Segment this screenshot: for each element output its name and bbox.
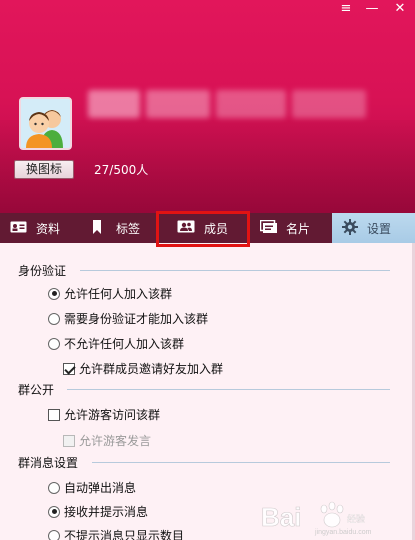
radio-require-verification[interactable]: 需要身份验证才能加入该群: [48, 310, 208, 327]
tab-members[interactable]: 成员: [177, 213, 228, 243]
menu-icon[interactable]: ≡: [333, 0, 359, 20]
section-divider: [80, 270, 390, 271]
option-label: 允许游客访问该群: [64, 408, 161, 422]
group-header: ≡ — ✕ 换图标 27/500人: [0, 0, 415, 213]
radio-button[interactable]: [48, 312, 60, 325]
minimize-icon[interactable]: —: [359, 0, 385, 20]
group-avatar-icon: [21, 99, 70, 148]
checkbox: [63, 434, 75, 447]
section-divider: [67, 389, 390, 390]
checkbox[interactable]: [63, 362, 75, 375]
option-label: 需要身份验证才能加入该群: [64, 312, 209, 326]
option-label: 不允许任何人加入该群: [64, 337, 185, 351]
radio-allow-none[interactable]: 不允许任何人加入该群: [48, 335, 184, 352]
tab-info[interactable]: 资料: [10, 213, 60, 243]
svg-text:经验: 经验: [347, 513, 365, 524]
settings-panel: 身份验证 允许任何人加入该群 需要身份验证才能加入该群 不允许任何人加入该群 允…: [0, 243, 415, 540]
option-label: 自动弹出消息: [64, 481, 137, 495]
option-label: 接收并提示消息: [64, 505, 149, 519]
option-label: 允许游客发言: [79, 434, 152, 448]
tab-settings[interactable]: 设置: [332, 213, 415, 243]
radio-button[interactable]: [48, 529, 60, 540]
group-avatar[interactable]: [19, 97, 72, 150]
tab-card-label: 名片: [286, 221, 311, 236]
change-icon-button[interactable]: 换图标: [14, 160, 74, 179]
radio-allow-anyone[interactable]: 允许任何人加入该群: [48, 285, 172, 302]
watermark-url: jingyan.baidu.com: [314, 529, 372, 536]
gear-icon: [342, 218, 358, 238]
radio-button[interactable]: [48, 337, 60, 350]
checkbox-invite-friends[interactable]: 允许群成员邀请好友加入群: [63, 360, 223, 377]
section-title-auth: 身份验证: [18, 264, 67, 278]
radio-receive-notify[interactable]: 接收并提示消息: [48, 503, 148, 520]
tab-bar: 资料 标签 成员 名片 设置: [0, 213, 415, 243]
section-title-messages: 群消息设置: [18, 456, 79, 470]
id-card-icon: [10, 221, 27, 236]
bookmark-icon: [92, 219, 102, 237]
svg-text:Bai: Bai: [261, 502, 301, 532]
radio-button[interactable]: [48, 481, 60, 494]
option-label: 允许任何人加入该群: [64, 287, 173, 301]
tab-members-label: 成员: [204, 221, 229, 236]
option-label: 允许群成员邀请好友加入群: [79, 362, 224, 376]
radio-button[interactable]: [48, 287, 60, 300]
option-label: 不提示消息只显示数目: [64, 529, 185, 540]
window-controls: ≡ — ✕: [333, 0, 415, 20]
checkbox-guest-visit[interactable]: 允许游客访问该群: [48, 406, 160, 423]
tab-card[interactable]: 名片: [259, 213, 311, 243]
tab-tags[interactable]: 标签: [92, 213, 140, 243]
members-icon: [177, 220, 195, 236]
radio-auto-popup[interactable]: 自动弹出消息: [48, 479, 136, 496]
group-name-blurred: [88, 90, 366, 118]
close-icon[interactable]: ✕: [385, 0, 415, 20]
checkbox[interactable]: [48, 408, 60, 421]
section-title-public: 群公开: [18, 383, 55, 397]
radio-button[interactable]: [48, 505, 60, 518]
tab-tags-label: 标签: [116, 221, 141, 236]
card-icon: [259, 219, 277, 236]
checkbox-guest-speak: 允许游客发言: [63, 432, 151, 449]
member-count: 27/500人: [94, 163, 149, 177]
radio-count-only[interactable]: 不提示消息只显示数目: [48, 527, 184, 540]
tab-info-label: 资料: [36, 221, 61, 236]
baidu-watermark: Bai 经验 jingyan.baidu.com: [257, 500, 407, 536]
tab-settings-label: 设置: [367, 221, 392, 236]
section-divider: [92, 462, 390, 463]
